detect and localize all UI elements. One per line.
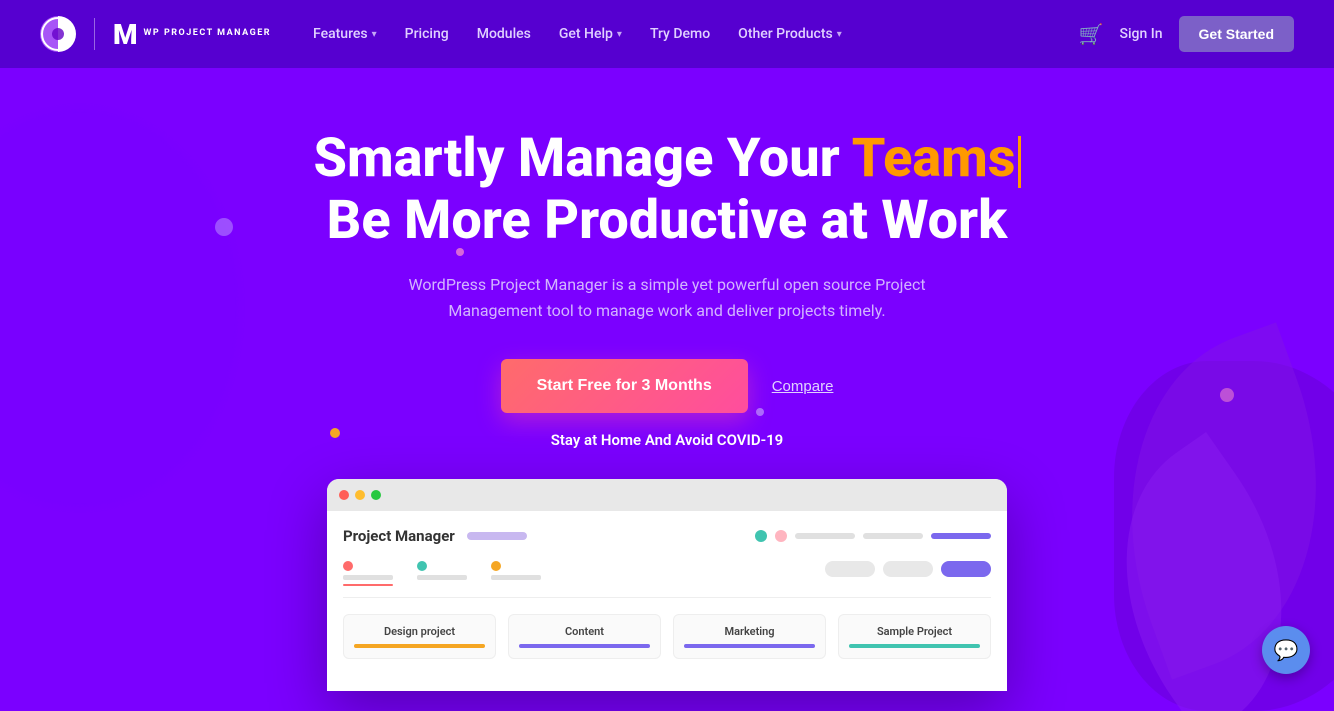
pm-line-1 — [795, 533, 855, 539]
project-card-sample: Sample Project — [838, 614, 991, 659]
nav-other-products[interactable]: Other Products ▾ — [726, 20, 854, 48]
pm-filter-underline-3 — [491, 584, 541, 586]
pm-filters — [343, 561, 991, 598]
pm-filter-1 — [343, 561, 393, 589]
browser-dot-green — [371, 490, 381, 500]
pm-search-area — [825, 561, 991, 577]
chevron-down-icon: ▾ — [372, 29, 377, 40]
pm-title-bar — [467, 532, 527, 540]
hero-title: Smartly Manage Your Teams Be More Produc… — [313, 128, 1020, 252]
pm-filter-dot-red — [343, 561, 353, 571]
project-card-design: Design project — [343, 614, 496, 659]
chat-button[interactable]: 💬 — [1262, 626, 1310, 674]
pm-projects: Design project Content Marketing Sa — [343, 614, 991, 659]
nav-links: Features ▾ Pricing Modules Get Help ▾ Tr… — [301, 20, 1079, 48]
pm-search-pill-blue — [941, 561, 991, 577]
chevron-down-icon: ▾ — [617, 29, 622, 40]
pm-line-2 — [863, 533, 923, 539]
pm-dot-teal — [755, 530, 767, 542]
pm-dot-pink — [775, 530, 787, 542]
navbar: M WP PROJECT MANAGER Features ▾ Pricing … — [0, 0, 1334, 68]
pm-filter-dot-orange — [491, 561, 501, 571]
pm-filter-3 — [491, 561, 541, 589]
browser-topbar — [327, 479, 1007, 511]
project-card-content: Content — [508, 614, 661, 659]
pm-filter-dot-teal — [417, 561, 427, 571]
pm-filter-underline-2 — [417, 584, 467, 586]
pm-line-blue — [931, 533, 991, 539]
hero-section: Smartly Manage Your Teams Be More Produc… — [0, 68, 1334, 711]
pm-header: Project Manager — [343, 527, 991, 545]
logo-divider — [94, 18, 95, 50]
cursor-blink — [1018, 136, 1021, 188]
chevron-down-icon: ▾ — [837, 29, 842, 40]
get-started-button[interactable]: Get Started — [1179, 16, 1294, 52]
pm-filter-underline-1 — [343, 584, 393, 586]
project-bar-marketing — [684, 644, 815, 648]
cart-icon[interactable]: 🛒 — [1079, 22, 1104, 46]
browser-window: Project Manager — [327, 479, 1007, 691]
nav-try-demo[interactable]: Try Demo — [638, 20, 722, 48]
logo-circle-icon — [40, 16, 76, 52]
decorative-dot-5 — [1220, 388, 1234, 402]
hero-notice: Stay at Home And Avoid COVID-19 — [313, 431, 1020, 449]
project-bar-design — [354, 644, 485, 648]
pm-filter-line-1 — [343, 575, 393, 580]
start-free-button[interactable]: Start Free for 3 Months — [501, 359, 748, 413]
pm-filter-line-3 — [491, 575, 541, 580]
pm-filter-line-2 — [417, 575, 467, 580]
browser-dot-yellow — [355, 490, 365, 500]
pm-filter-2 — [417, 561, 467, 589]
decorative-dot-1 — [215, 218, 233, 236]
hero-content: Smartly Manage Your Teams Be More Produc… — [313, 128, 1020, 691]
chat-icon: 💬 — [1274, 638, 1299, 662]
nav-right: 🛒 Sign In Get Started — [1079, 16, 1294, 52]
logo[interactable]: M WP PROJECT MANAGER — [40, 16, 271, 52]
dashboard-preview: Project Manager — [327, 479, 1007, 691]
bg-blob-left — [0, 108, 240, 508]
logo-m-letter: M — [113, 18, 138, 51]
pm-title: Project Manager — [343, 527, 455, 545]
nav-modules[interactable]: Modules — [465, 20, 543, 48]
pm-search-pill-1 — [825, 561, 875, 577]
pm-title-group: Project Manager — [343, 527, 527, 545]
hero-subtitle: WordPress Project Manager is a simple ye… — [367, 272, 967, 323]
browser-content: Project Manager — [327, 511, 1007, 691]
hero-actions: Start Free for 3 Months Compare — [313, 359, 1020, 413]
project-bar-sample — [849, 644, 980, 648]
nav-get-help[interactable]: Get Help ▾ — [547, 20, 634, 48]
compare-button[interactable]: Compare — [772, 378, 834, 395]
browser-dot-red — [339, 490, 349, 500]
pm-search-pill-2 — [883, 561, 933, 577]
project-bar-content — [519, 644, 650, 648]
pm-filter-spacer — [565, 561, 801, 589]
nav-features[interactable]: Features ▾ — [301, 20, 389, 48]
sign-in-link[interactable]: Sign In — [1120, 26, 1163, 42]
project-card-marketing: Marketing — [673, 614, 826, 659]
logo-text: WP PROJECT MANAGER — [144, 29, 271, 39]
nav-pricing[interactable]: Pricing — [393, 20, 461, 48]
pm-header-right — [755, 530, 991, 542]
